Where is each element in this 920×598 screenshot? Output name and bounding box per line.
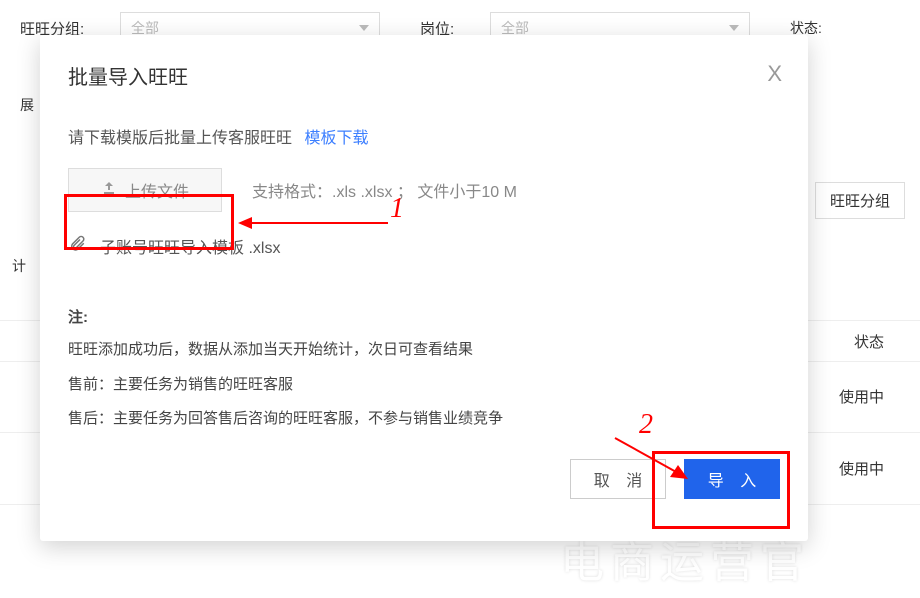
instruction-text: 请下载模版后批量上传客服旺旺 <box>68 130 292 147</box>
table-row-status: 使用中 <box>839 458 884 479</box>
template-download-link[interactable]: 模板下载 <box>304 130 368 147</box>
uploaded-file-name: 子账号旺旺导入模板 .xlsx <box>100 234 280 258</box>
note-line: 售前：主要任务为销售的旺旺客服 <box>68 374 780 397</box>
uploaded-file[interactable]: 子账号旺旺导入模板 .xlsx <box>68 234 780 258</box>
note-section: 注: 旺旺添加成功后，数据从添加当天开始统计，次日可查看结果 售前：主要任务为销… <box>68 306 780 431</box>
note-line: 旺旺添加成功后，数据从添加当天开始统计，次日可查看结果 <box>68 339 780 362</box>
upload-button[interactable]: 上传文件 <box>68 168 222 212</box>
modal-title: 批量导入旺旺 <box>68 61 780 90</box>
import-modal: 批量导入旺旺 X 请下载模版后批量上传客服旺旺 模板下载 上传文件 支持格式：.… <box>40 35 808 541</box>
import-button[interactable]: 导 入 <box>684 459 780 499</box>
upload-icon <box>101 180 117 201</box>
chevron-down-icon <box>359 25 369 31</box>
format-hint: 支持格式：.xls .xlsx ； 文件小于10 M <box>252 178 517 202</box>
note-title: 注: <box>68 306 780 327</box>
group-button[interactable]: 旺旺分组 <box>815 182 905 219</box>
count-label: 计 <box>12 256 26 276</box>
annotation-arrow-icon <box>238 213 388 233</box>
expand-text: 展 <box>20 95 34 115</box>
upload-button-label: 上传文件 <box>125 178 189 202</box>
close-icon[interactable]: X <box>767 61 782 87</box>
paperclip-icon <box>68 235 86 258</box>
table-row-status: 使用中 <box>839 386 884 407</box>
cancel-button[interactable]: 取 消 <box>570 459 666 499</box>
note-line: 售后：主要任务为回答售后咨询的旺旺客服，不参与销售业绩竞争 <box>68 408 780 431</box>
chevron-down-icon <box>729 25 739 31</box>
